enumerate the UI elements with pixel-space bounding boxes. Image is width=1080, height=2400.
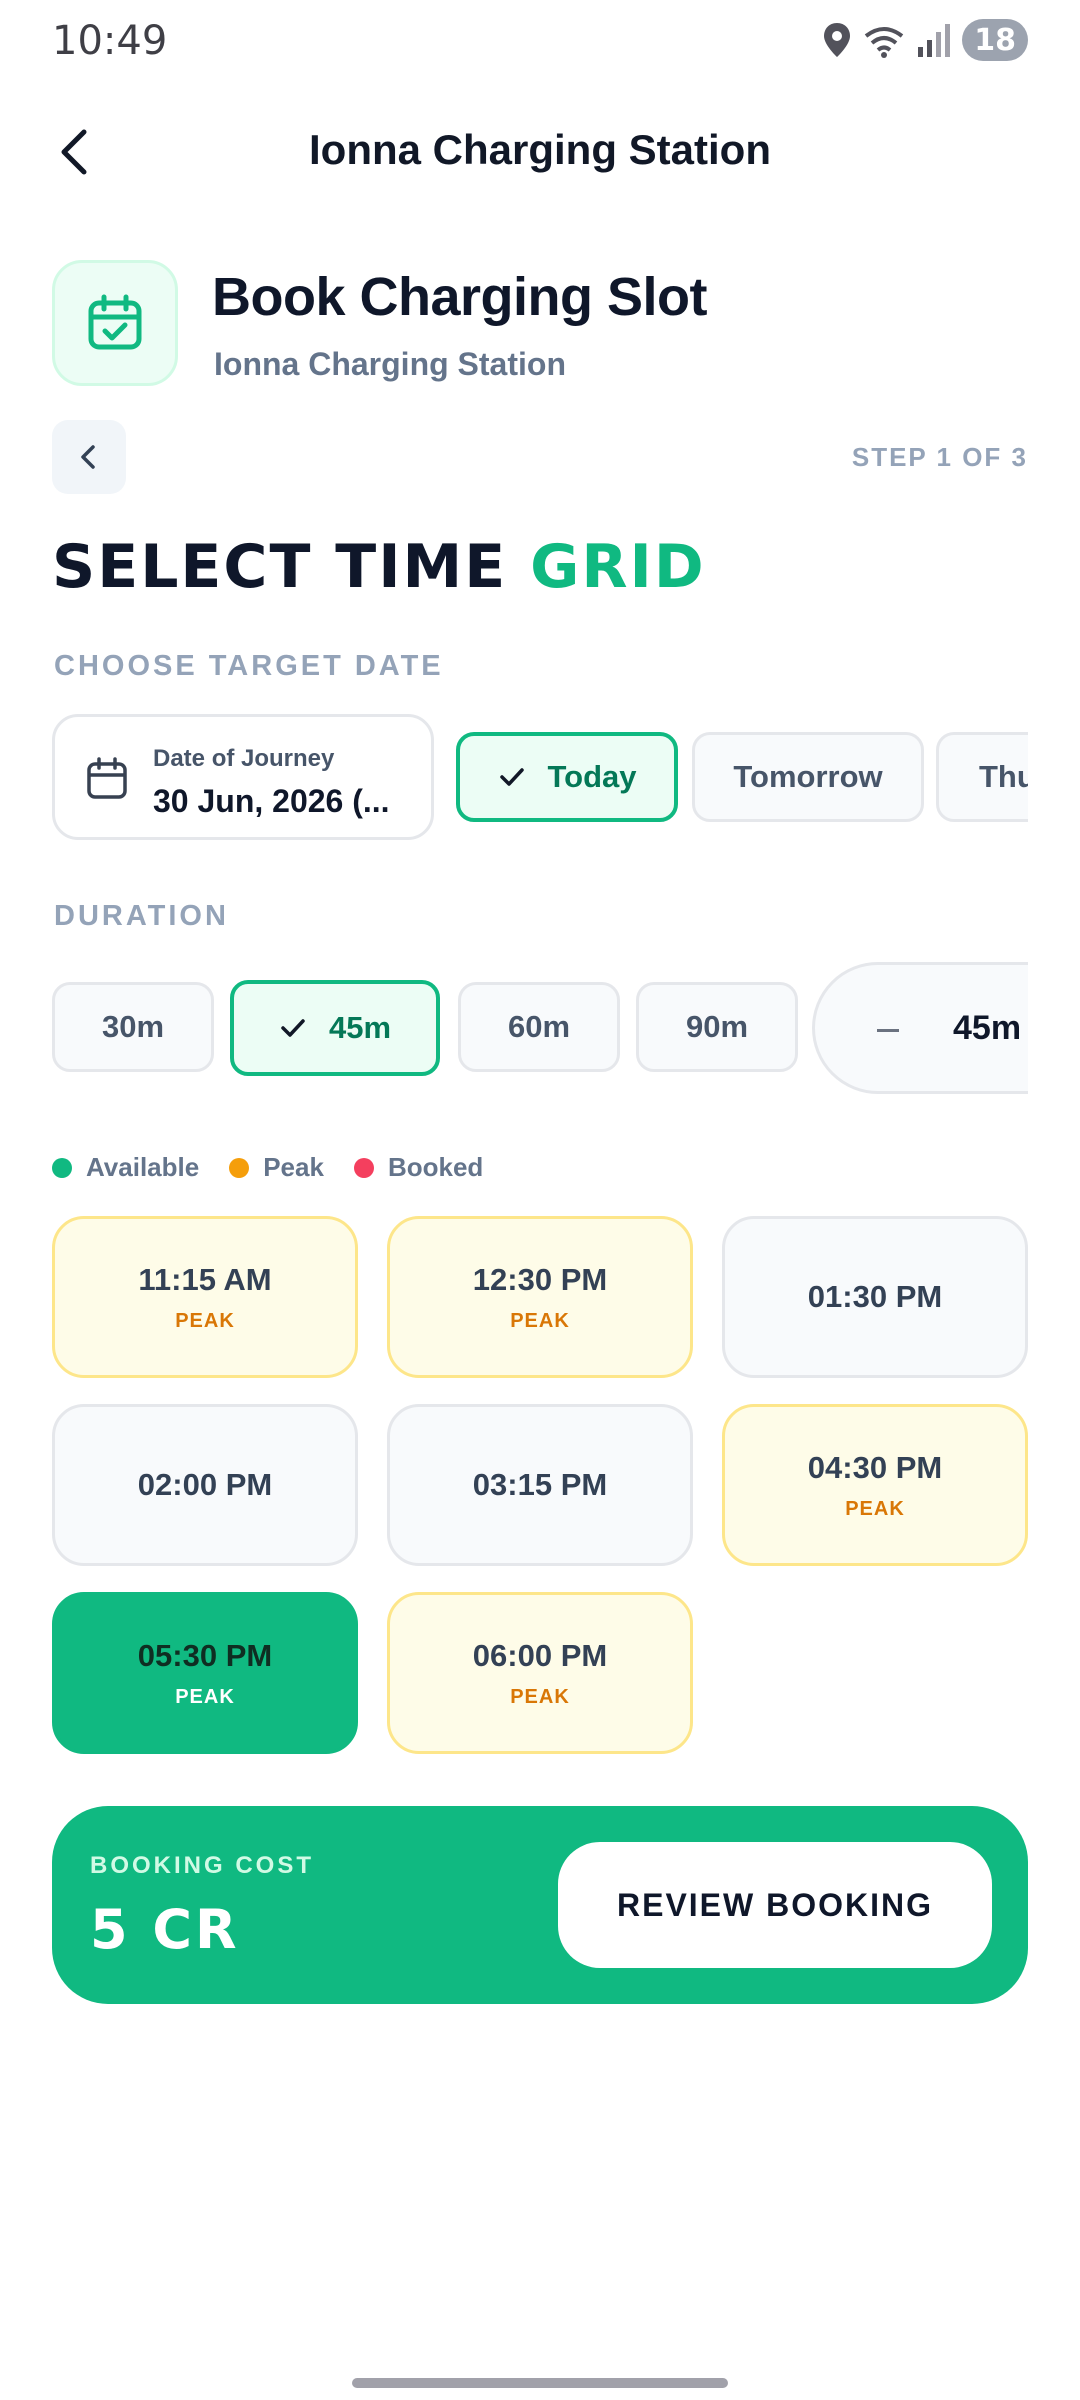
duration-chip-90m[interactable]: 90m (636, 982, 798, 1072)
date-chip-label: Thu (979, 759, 1028, 794)
slot-peak-tag: PEAK (845, 1497, 905, 1520)
slot-time: 05:30 PM (137, 1637, 273, 1673)
minus-icon[interactable] (877, 1029, 899, 1032)
time-slot-0530pm[interactable]: 05:30 PM PEAK (52, 1592, 358, 1754)
slot-peak-tag: PEAK (175, 1685, 235, 1708)
slot-time: 04:30 PM (807, 1449, 943, 1485)
legend-label: Available (86, 1152, 200, 1182)
slot-legend: Available Peak Booked (52, 1152, 483, 1183)
section-title: SELECT TIME GRID (52, 532, 706, 602)
legend-peak: Peak (229, 1152, 324, 1183)
slot-peak-tag: PEAK (510, 1309, 570, 1332)
date-picker-value: 30 Jun, 2026 (... (153, 783, 390, 819)
date-picker[interactable]: Date of Journey 30 Jun, 2026 (... (52, 714, 434, 840)
duration-chip-label: 30m (101, 1009, 165, 1044)
time-slot-0430pm[interactable]: 04:30 PM PEAK (722, 1404, 1028, 1566)
page-subtitle: Ionna Charging Station (214, 346, 566, 382)
duration-chip-30m[interactable]: 30m (52, 982, 214, 1072)
duration-stepper-value: 45m (953, 1009, 1022, 1047)
location-icon (824, 23, 851, 57)
slot-time: 06:00 PM (472, 1637, 608, 1673)
slot-peak-tag: PEAK (175, 1309, 235, 1332)
slot-time: 11:15 AM (138, 1261, 272, 1297)
date-chip-thursday[interactable]: Thu (936, 732, 1028, 822)
date-selector-row: Date of Journey 30 Jun, 2026 (... Today … (52, 712, 1028, 842)
duration-selector-row: 30m 45m 60m 90m 45m (52, 962, 1028, 1098)
slot-time: 12:30 PM (472, 1261, 608, 1297)
available-dot-icon (52, 1157, 72, 1178)
booking-cost-value: 5 CR (90, 1898, 240, 1961)
status-icons: 18 (822, 18, 1028, 62)
duration-stepper[interactable]: 45m (812, 962, 1028, 1094)
section-title-accent: GRID (530, 532, 706, 602)
duration-chip-label: 60m (507, 1009, 571, 1044)
signal-icon (918, 24, 951, 57)
legend-available: Available (52, 1152, 199, 1183)
duration-section-label: DURATION (54, 900, 229, 932)
date-chip-tomorrow[interactable]: Tomorrow (692, 732, 924, 822)
time-slot-0315pm[interactable]: 03:15 PM (387, 1404, 693, 1566)
booked-dot-icon (353, 1157, 374, 1178)
legend-label: Peak (263, 1152, 324, 1182)
section-title-main: SELECT TIME (52, 532, 531, 602)
slot-time: 01:30 PM (807, 1279, 943, 1314)
date-chip-today[interactable]: Today (456, 732, 678, 822)
app-title: Ionna Charging Station (309, 126, 771, 173)
check-icon (281, 1019, 305, 1037)
time-slot-1230pm[interactable]: 12:30 PM PEAK (387, 1216, 693, 1378)
battery-indicator: 18 (962, 19, 1028, 61)
calendar-icon (87, 757, 127, 799)
legend-booked: Booked (353, 1152, 484, 1183)
slot-time: 03:15 PM (472, 1467, 608, 1502)
legend-label: Booked (387, 1152, 484, 1182)
date-picker-label: Date of Journey (153, 745, 335, 772)
page-heading: Book Charging Slot (212, 267, 707, 327)
slot-time: 02:00 PM (137, 1467, 273, 1502)
booking-cost-label: BOOKING COST (90, 1852, 315, 1879)
chevron-left-icon (81, 445, 95, 469)
status-bar: 10:49 18 (0, 0, 1080, 80)
calendar-check-icon (88, 294, 142, 350)
peak-dot-icon (229, 1157, 250, 1178)
step-indicator: STEP 1 OF 3 (851, 442, 1028, 472)
time-slot-0600pm[interactable]: 06:00 PM PEAK (387, 1592, 693, 1754)
duration-chip-45m[interactable]: 45m (230, 980, 440, 1076)
duration-chip-label: 90m (685, 1009, 749, 1044)
home-indicator[interactable] (352, 2378, 728, 2388)
wifi-icon (865, 27, 904, 58)
time-slot-0130pm[interactable]: 01:30 PM (722, 1216, 1028, 1378)
duration-chip-label: 45m (328, 1010, 392, 1045)
calendar-badge (52, 260, 178, 386)
slot-peak-tag: PEAK (510, 1685, 570, 1708)
time-slot-0200pm[interactable]: 02:00 PM (52, 1404, 358, 1566)
step-back-button[interactable] (52, 420, 126, 494)
time-slot-1115am[interactable]: 11:15 AM PEAK (52, 1216, 358, 1378)
booking-cost-bar: BOOKING COST 5 CR REVIEW BOOKING (52, 1806, 1028, 2004)
date-chip-label: Today (547, 759, 637, 794)
date-chip-label: Tomorrow (733, 759, 883, 794)
duration-chip-60m[interactable]: 60m (458, 982, 620, 1072)
date-section-label: CHOOSE TARGET DATE (54, 650, 444, 682)
check-icon (499, 768, 524, 786)
review-booking-button[interactable]: REVIEW BOOKING (558, 1842, 992, 1968)
status-time: 10:49 (52, 18, 168, 64)
